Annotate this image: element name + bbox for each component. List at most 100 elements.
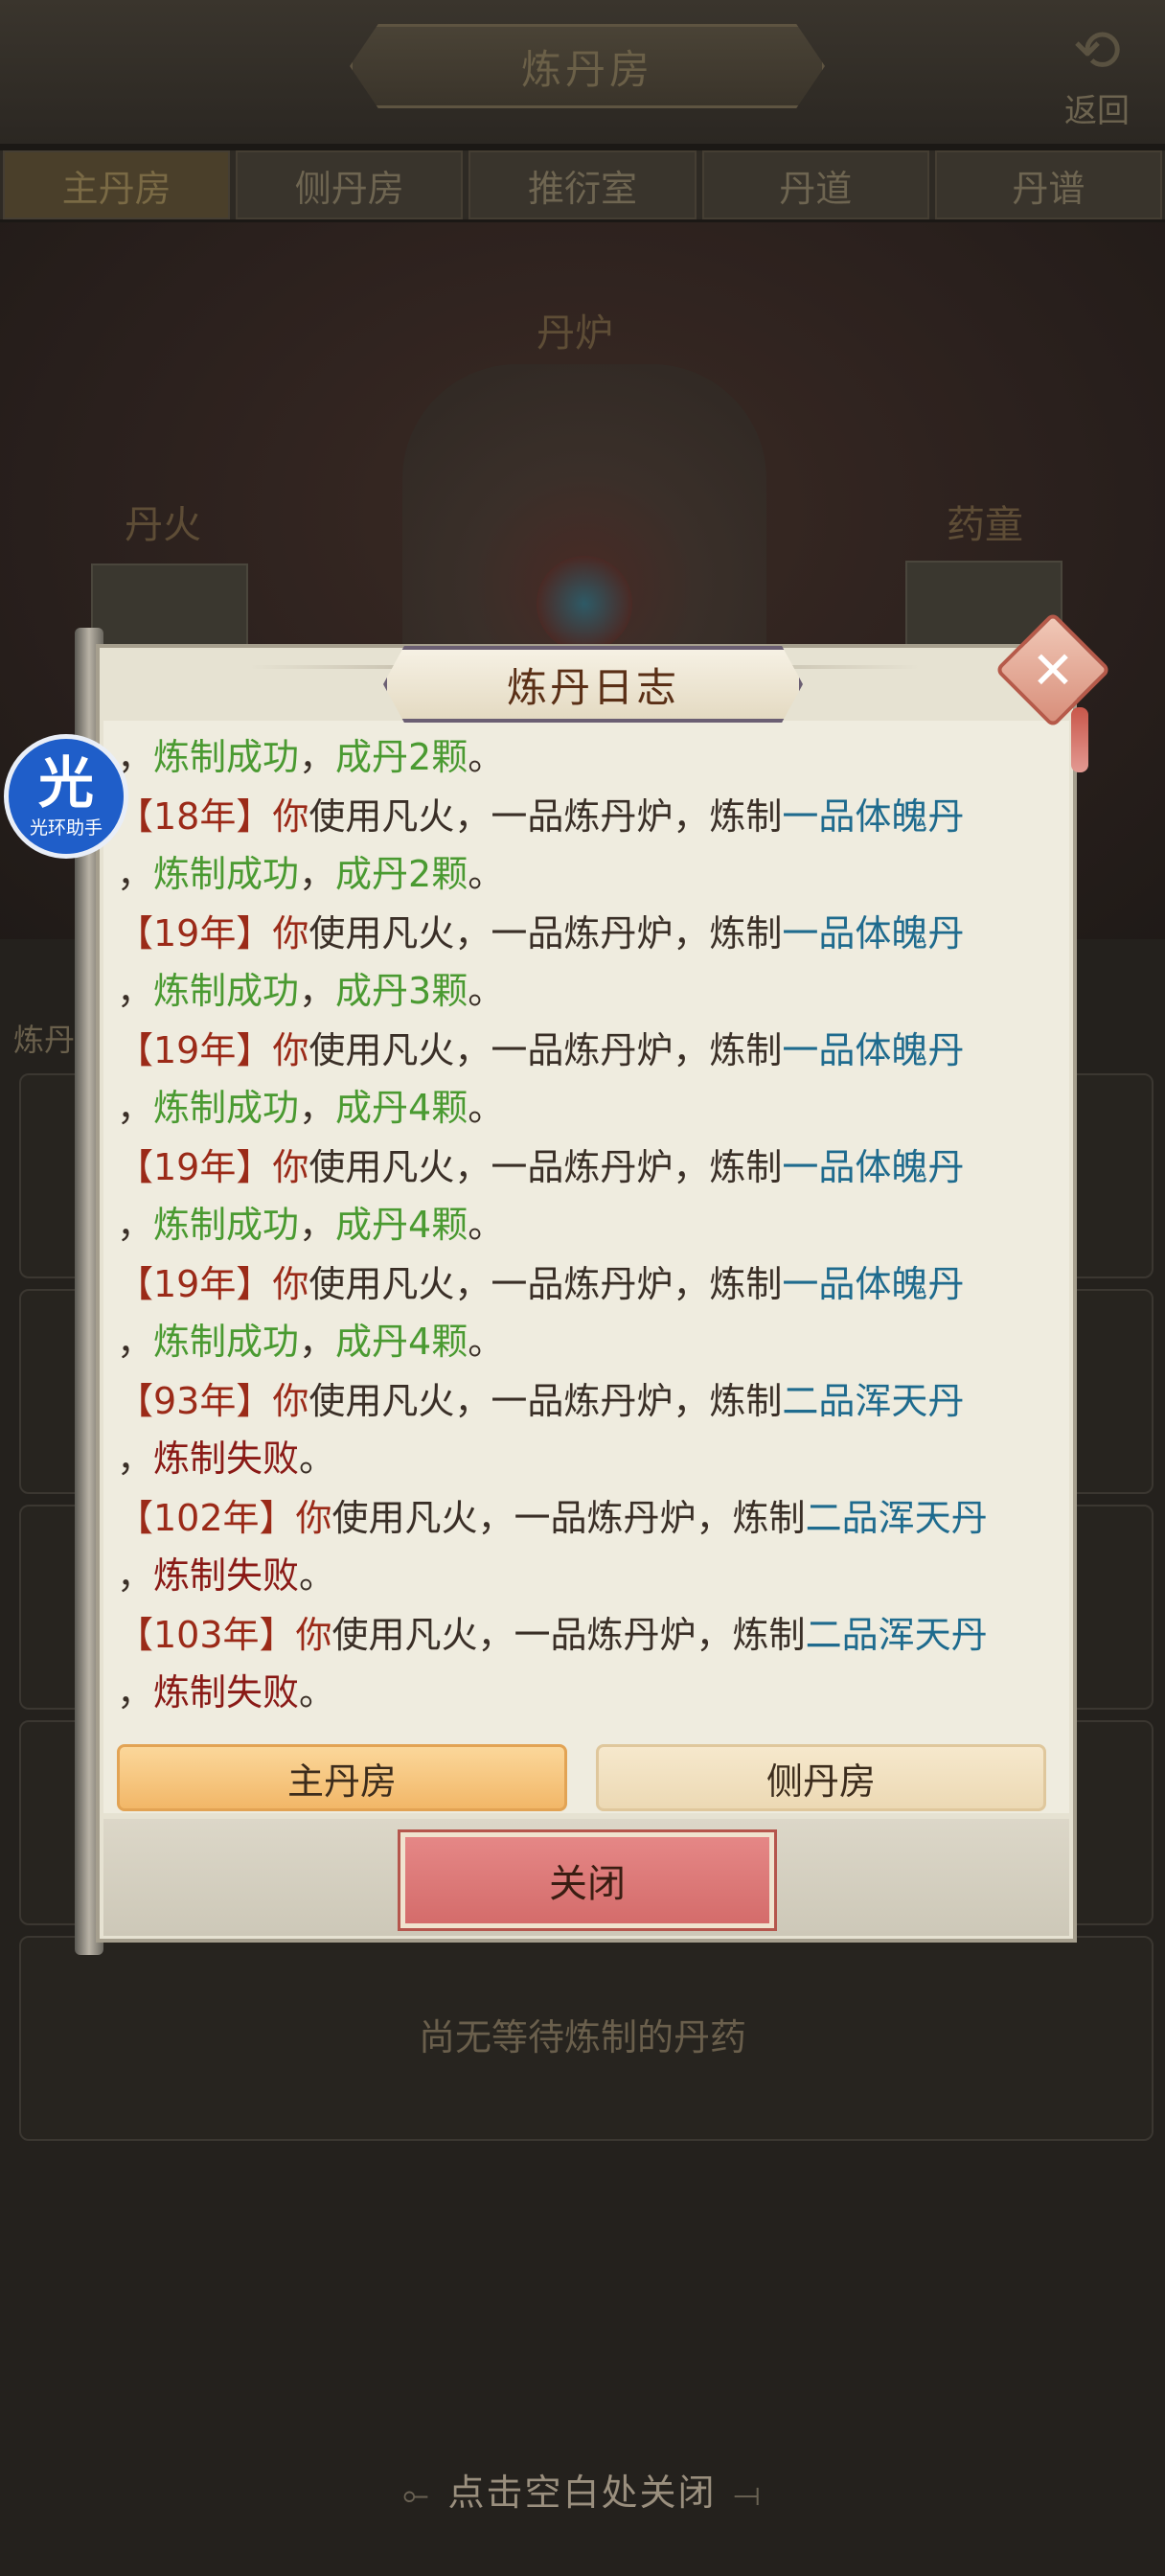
log-segment: 成丹2颗 [335,736,468,778]
log-line: 【19年】你使用凡火，一品炼丹炉，炼制一品体魄丹 [117,1022,1056,1079]
log-segment: 一品体魄丹 [782,1263,965,1305]
tap-blank-to-close-hint[interactable]: ⟜ 点击空白处关闭 ⟞ [0,2463,1165,2516]
log-entry: 【19年】你使用凡火，一品炼丹炉，炼制一品体魄丹 ，炼制成功，成丹4颗。 [117,1138,1056,1254]
log-entry: 【18年】你使用凡火，一品炼丹炉，炼制一品体魄丹 ，炼制成功，成丹2颗。 [117,788,1056,903]
log-segment: 你 [272,1146,309,1188]
log-line: 【19年】你使用凡火，一品炼丹炉，炼制一品体魄丹 [117,1255,1056,1313]
log-segment: ， [117,1671,154,1714]
log-segment: 成丹2颗 [335,853,468,895]
log-segment: 【102年】 [117,1497,296,1539]
log-segment: 【19年】 [117,1263,273,1305]
helper-app-badge[interactable]: 光 光环助手 [4,734,128,859]
tab-deduction-room[interactable]: 推衍室 [468,150,697,219]
log-entry: ，炼制成功，成丹2颗。 [117,728,1056,786]
log-segment: 二品浑天丹 [805,1614,988,1656]
log-segment: 【19年】 [117,1029,273,1071]
log-entry: 【103年】你使用凡火，一品炼丹炉，炼制二品浑天丹 ，炼制失败。 [117,1606,1056,1721]
left-ornament-icon: ⟜ [402,2475,431,2514]
log-segment: ， [299,1087,336,1129]
dialog-tab-side-room[interactable]: 侧丹房 [596,1744,1046,1811]
log-list[interactable]: ，炼制成功，成丹2颗。 【18年】你使用凡火，一品炼丹炉，炼制一品体魄丹 ，炼制成功… [117,728,1056,1725]
log-segment: 你 [295,1497,332,1539]
log-segment: 成丹4颗 [335,1204,468,1246]
log-segment: 炼制失败 [153,1554,300,1597]
dialog-tab-main-room[interactable]: 主丹房 [117,1744,567,1811]
log-segment: 。 [468,736,505,778]
log-segment: 使用凡火，一品炼丹炉，炼制 [308,795,783,838]
log-line: ，炼制失败。 [117,1430,1056,1487]
log-line: 【93年】你使用凡火，一品炼丹炉，炼制二品浑天丹 [117,1372,1056,1430]
helper-logo-icon: 光 [37,749,94,816]
log-segment: ， [117,1204,154,1246]
log-line: ，炼制成功，成丹3颗。 [117,962,1056,1020]
log-segment: 成丹4颗 [335,1087,468,1129]
back-button-label: 返回 [1064,92,1130,130]
log-entry: 【19年】你使用凡火，一品炼丹炉，炼制一品体魄丹 ，炼制成功，成丹3颗。 [117,905,1056,1020]
log-line: ，炼制失败。 [117,1664,1056,1721]
tab-recipes[interactable]: 丹谱 [934,150,1163,219]
log-entry: 【19年】你使用凡火，一品炼丹炉，炼制一品体魄丹 ，炼制成功，成丹4颗。 [117,1022,1056,1137]
log-segment: 。 [299,1438,336,1480]
x-glyph-icon: ✕ [1031,639,1075,701]
right-ornament-icon: ⟞ [733,2475,763,2514]
furnace-label: 丹炉 [537,311,613,356]
log-segment: 【18年】 [117,795,273,838]
log-segment: ， [299,853,336,895]
log-line: ，炼制成功，成丹2颗。 [117,728,1056,786]
log-segment: ， [117,1321,154,1363]
log-segment: 你 [272,795,309,838]
log-segment: 炼制失败 [153,1671,300,1714]
log-segment: ， [117,853,154,895]
tap-close-label: 点击空白处关闭 [447,2472,717,2514]
log-segment: 炼制成功 [153,853,300,895]
page-title: 炼丹房 [350,24,825,108]
log-entry: 【102年】你使用凡火，一品炼丹炉，炼制二品浑天丹 ，炼制失败。 [117,1489,1056,1604]
log-segment: 使用凡火，一品炼丹炉，炼制 [331,1614,806,1656]
log-entry: 【93年】你使用凡火，一品炼丹炉，炼制二品浑天丹 ，炼制失败。 [117,1372,1056,1487]
log-segment: 。 [299,1554,336,1597]
log-segment: 炼制成功 [153,1204,300,1246]
tab-side-room[interactable]: 侧丹房 [236,150,464,219]
log-segment: 。 [468,970,505,1012]
log-line: 【19年】你使用凡火，一品炼丹炉，炼制一品体魄丹 [117,905,1056,962]
log-segment: 。 [468,853,505,895]
back-arrow-icon: ⟲ [1072,17,1122,84]
log-segment: 你 [272,1263,309,1305]
log-segment: ， [299,736,336,778]
log-line: 【103年】你使用凡火，一品炼丹炉，炼制二品浑天丹 [117,1606,1056,1664]
empty-queue-note: 尚无等待炼制的丹药 [418,2016,746,2058]
log-segment: ， [117,1554,154,1597]
log-segment: ， [299,1321,336,1363]
fire-label: 丹火 [125,503,201,547]
dialog-title: 炼丹日志 [383,646,803,723]
tassel-decoration [1071,707,1088,772]
queue-side-label: 炼丹 [13,1022,76,1058]
log-segment: 你 [272,1029,309,1071]
log-segment: 炼制成功 [153,1087,300,1129]
log-segment: 你 [295,1614,332,1656]
log-segment: 二品浑天丹 [782,1380,965,1422]
log-segment: ， [117,1438,154,1480]
log-segment: 使用凡火，一品炼丹炉，炼制 [331,1497,806,1539]
log-segment: 。 [468,1087,505,1129]
log-segment: 【19年】 [117,912,273,954]
log-segment: 【103年】 [117,1614,296,1656]
furnace-core-icon [537,556,632,652]
log-segment: 二品浑天丹 [805,1497,988,1539]
helper-name: 光环助手 [29,813,103,840]
log-line: ，炼制失败。 [117,1547,1056,1604]
back-button[interactable]: ⟲ 返回 [1044,17,1150,130]
log-segment: 炼制成功 [153,1321,300,1363]
close-button[interactable]: 关闭 [398,1829,777,1931]
log-segment: 你 [272,1380,309,1422]
log-segment: ， [299,1204,336,1246]
log-segment: 你 [272,912,309,954]
log-line: ，炼制成功，成丹4颗。 [117,1079,1056,1137]
tab-alchemy-way[interactable]: 丹道 [701,150,929,219]
tab-main-room[interactable]: 主丹房 [3,150,231,219]
log-segment: 使用凡火，一品炼丹炉，炼制 [308,1263,783,1305]
dialog-tab-row: 主丹房 侧丹房 [117,1744,1046,1813]
log-line: ，炼制成功，成丹4颗。 [117,1196,1056,1254]
log-segment: 一品体魄丹 [782,795,965,838]
log-segment: 使用凡火，一品炼丹炉，炼制 [308,1029,783,1071]
